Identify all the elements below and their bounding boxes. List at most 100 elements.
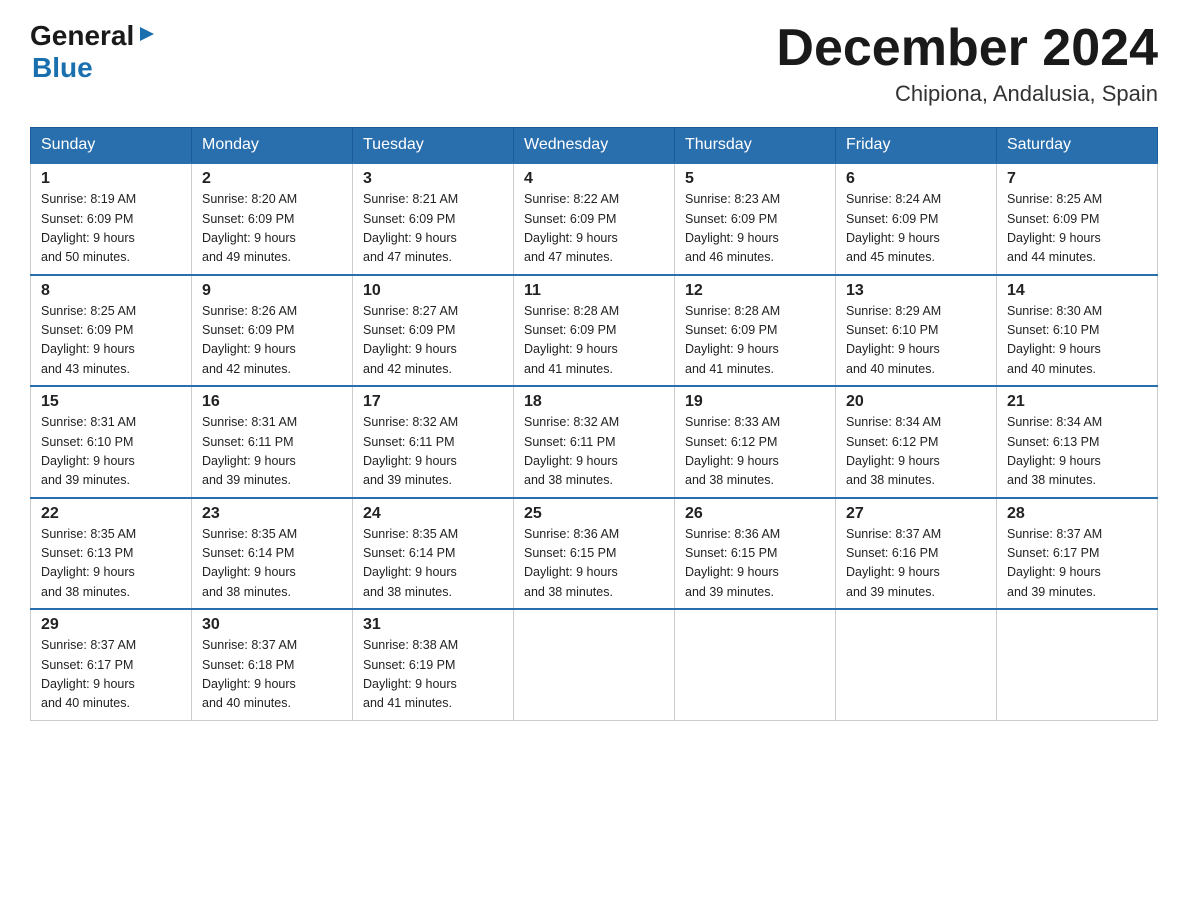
- day-number: 6: [846, 170, 986, 188]
- calendar-cell: 17 Sunrise: 8:32 AMSunset: 6:11 PMDayligh…: [353, 386, 514, 498]
- day-info: Sunrise: 8:36 AMSunset: 6:15 PMDaylight:…: [685, 525, 825, 603]
- day-info: Sunrise: 8:23 AMSunset: 6:09 PMDaylight:…: [685, 190, 825, 268]
- day-info: Sunrise: 8:29 AMSunset: 6:10 PMDaylight:…: [846, 302, 986, 380]
- day-info: Sunrise: 8:31 AMSunset: 6:10 PMDaylight:…: [41, 413, 181, 491]
- day-number: 10: [363, 282, 503, 300]
- calendar-subtitle: Chipiona, Andalusia, Spain: [776, 81, 1158, 107]
- calendar-cell: 13 Sunrise: 8:29 AMSunset: 6:10 PMDayligh…: [836, 275, 997, 387]
- day-number: 18: [524, 393, 664, 411]
- day-info: Sunrise: 8:37 AMSunset: 6:16 PMDaylight:…: [846, 525, 986, 603]
- logo-arrow-icon: [136, 23, 158, 45]
- calendar-cell: 1 Sunrise: 8:19 AMSunset: 6:09 PMDaylight…: [31, 163, 192, 275]
- calendar-cell: 4 Sunrise: 8:22 AMSunset: 6:09 PMDaylight…: [514, 163, 675, 275]
- calendar-header-row: SundayMondayTuesdayWednesdayThursdayFrid…: [31, 128, 1158, 164]
- day-number: 26: [685, 505, 825, 523]
- day-number: 25: [524, 505, 664, 523]
- calendar-cell: 20Sunrise: 8:34 AMSunset: 6:12 PMDayligh…: [836, 386, 997, 498]
- calendar-cell: 6 Sunrise: 8:24 AMSunset: 6:09 PMDaylight…: [836, 163, 997, 275]
- day-number: 31: [363, 616, 503, 634]
- day-info: Sunrise: 8:30 AMSunset: 6:10 PMDaylight:…: [1007, 302, 1147, 380]
- day-number: 23: [202, 505, 342, 523]
- day-number: 22: [41, 505, 181, 523]
- day-number: 4: [524, 170, 664, 188]
- calendar-cell: [675, 609, 836, 720]
- day-number: 17: [363, 393, 503, 411]
- calendar-cell: 18 Sunrise: 8:32 AMSunset: 6:11 PMDayligh…: [514, 386, 675, 498]
- day-number: 3: [363, 170, 503, 188]
- day-info: Sunrise: 8:19 AMSunset: 6:09 PMDaylight:…: [41, 190, 181, 268]
- day-number: 8: [41, 282, 181, 300]
- day-info: Sunrise: 8:32 AMSunset: 6:11 PMDaylight:…: [524, 413, 664, 491]
- day-info: Sunrise: 8:24 AMSunset: 6:09 PMDaylight:…: [846, 190, 986, 268]
- calendar-cell: 3 Sunrise: 8:21 AMSunset: 6:09 PMDaylight…: [353, 163, 514, 275]
- calendar-header-friday: Friday: [836, 128, 997, 164]
- calendar-header-sunday: Sunday: [31, 128, 192, 164]
- day-number: 7: [1007, 170, 1147, 188]
- calendar-cell: [836, 609, 997, 720]
- day-info: Sunrise: 8:21 AMSunset: 6:09 PMDaylight:…: [363, 190, 503, 268]
- day-number: 24: [363, 505, 503, 523]
- day-number: 15: [41, 393, 181, 411]
- calendar-week-row: 22 Sunrise: 8:35 AMSunset: 6:13 PMDayligh…: [31, 498, 1158, 610]
- day-number: 14: [1007, 282, 1147, 300]
- day-number: 27: [846, 505, 986, 523]
- day-number: 21: [1007, 393, 1147, 411]
- calendar-table: SundayMondayTuesdayWednesdayThursdayFrid…: [30, 127, 1158, 721]
- day-number: 1: [41, 170, 181, 188]
- calendar-header-monday: Monday: [192, 128, 353, 164]
- day-info: Sunrise: 8:34 AMSunset: 6:13 PMDaylight:…: [1007, 413, 1147, 491]
- day-info: Sunrise: 8:34 AMSunset: 6:12 PMDaylight:…: [846, 413, 986, 491]
- calendar-cell: 22 Sunrise: 8:35 AMSunset: 6:13 PMDayligh…: [31, 498, 192, 610]
- day-number: 12: [685, 282, 825, 300]
- day-info: Sunrise: 8:37 AMSunset: 6:18 PMDaylight:…: [202, 636, 342, 714]
- day-info: Sunrise: 8:38 AMSunset: 6:19 PMDaylight:…: [363, 636, 503, 714]
- day-number: 2: [202, 170, 342, 188]
- day-number: 30: [202, 616, 342, 634]
- page-header: General Blue December 2024 Chipiona, And…: [30, 20, 1158, 107]
- logo-text-black: General: [30, 20, 134, 52]
- day-number: 13: [846, 282, 986, 300]
- day-number: 11: [524, 282, 664, 300]
- day-info: Sunrise: 8:32 AMSunset: 6:11 PMDaylight:…: [363, 413, 503, 491]
- calendar-cell: 2 Sunrise: 8:20 AMSunset: 6:09 PMDaylight…: [192, 163, 353, 275]
- calendar-cell: 31 Sunrise: 8:38 AMSunset: 6:19 PMDayligh…: [353, 609, 514, 720]
- calendar-header-thursday: Thursday: [675, 128, 836, 164]
- day-info: Sunrise: 8:36 AMSunset: 6:15 PMDaylight:…: [524, 525, 664, 603]
- day-info: Sunrise: 8:35 AMSunset: 6:14 PMDaylight:…: [363, 525, 503, 603]
- day-info: Sunrise: 8:28 AMSunset: 6:09 PMDaylight:…: [685, 302, 825, 380]
- calendar-week-row: 15 Sunrise: 8:31 AMSunset: 6:10 PMDayligh…: [31, 386, 1158, 498]
- day-number: 19: [685, 393, 825, 411]
- day-info: Sunrise: 8:20 AMSunset: 6:09 PMDaylight:…: [202, 190, 342, 268]
- calendar-cell: 26 Sunrise: 8:36 AMSunset: 6:15 PMDayligh…: [675, 498, 836, 610]
- calendar-cell: 5 Sunrise: 8:23 AMSunset: 6:09 PMDaylight…: [675, 163, 836, 275]
- day-info: Sunrise: 8:33 AMSunset: 6:12 PMDaylight:…: [685, 413, 825, 491]
- calendar-cell: 23 Sunrise: 8:35 AMSunset: 6:14 PMDayligh…: [192, 498, 353, 610]
- day-info: Sunrise: 8:27 AMSunset: 6:09 PMDaylight:…: [363, 302, 503, 380]
- logo-text-blue: Blue: [32, 52, 93, 83]
- day-number: 29: [41, 616, 181, 634]
- title-section: December 2024 Chipiona, Andalusia, Spain: [776, 20, 1158, 107]
- calendar-cell: 10 Sunrise: 8:27 AMSunset: 6:09 PMDayligh…: [353, 275, 514, 387]
- calendar-cell: 11Sunrise: 8:28 AMSunset: 6:09 PMDayligh…: [514, 275, 675, 387]
- day-number: 5: [685, 170, 825, 188]
- day-info: Sunrise: 8:37 AMSunset: 6:17 PMDaylight:…: [41, 636, 181, 714]
- calendar-cell: 30 Sunrise: 8:37 AMSunset: 6:18 PMDayligh…: [192, 609, 353, 720]
- calendar-cell: 16Sunrise: 8:31 AMSunset: 6:11 PMDayligh…: [192, 386, 353, 498]
- day-info: Sunrise: 8:26 AMSunset: 6:09 PMDaylight:…: [202, 302, 342, 380]
- day-info: Sunrise: 8:25 AMSunset: 6:09 PMDaylight:…: [1007, 190, 1147, 268]
- day-info: Sunrise: 8:35 AMSunset: 6:14 PMDaylight:…: [202, 525, 342, 603]
- calendar-week-row: 8Sunrise: 8:25 AMSunset: 6:09 PMDaylight…: [31, 275, 1158, 387]
- calendar-cell: 24 Sunrise: 8:35 AMSunset: 6:14 PMDayligh…: [353, 498, 514, 610]
- calendar-week-row: 29 Sunrise: 8:37 AMSunset: 6:17 PMDayligh…: [31, 609, 1158, 720]
- calendar-header-tuesday: Tuesday: [353, 128, 514, 164]
- day-info: Sunrise: 8:22 AMSunset: 6:09 PMDaylight:…: [524, 190, 664, 268]
- calendar-cell: 21 Sunrise: 8:34 AMSunset: 6:13 PMDayligh…: [997, 386, 1158, 498]
- calendar-cell: 8Sunrise: 8:25 AMSunset: 6:09 PMDaylight…: [31, 275, 192, 387]
- day-info: Sunrise: 8:35 AMSunset: 6:13 PMDaylight:…: [41, 525, 181, 603]
- calendar-cell: [997, 609, 1158, 720]
- calendar-cell: 25 Sunrise: 8:36 AMSunset: 6:15 PMDayligh…: [514, 498, 675, 610]
- calendar-cell: [514, 609, 675, 720]
- calendar-cell: 27 Sunrise: 8:37 AMSunset: 6:16 PMDayligh…: [836, 498, 997, 610]
- calendar-cell: 15 Sunrise: 8:31 AMSunset: 6:10 PMDayligh…: [31, 386, 192, 498]
- calendar-cell: 28Sunrise: 8:37 AMSunset: 6:17 PMDayligh…: [997, 498, 1158, 610]
